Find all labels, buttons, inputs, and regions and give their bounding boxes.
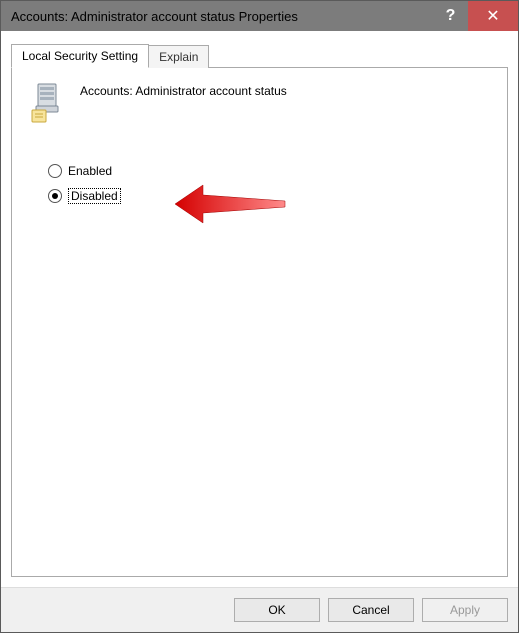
help-button[interactable]: ? — [433, 1, 468, 31]
policy-title: Accounts: Administrator account status — [80, 82, 287, 98]
apply-button[interactable]: Apply — [422, 598, 508, 622]
policy-icon — [28, 82, 68, 124]
properties-dialog: Accounts: Administrator account status P… — [0, 0, 519, 633]
annotation-arrow — [173, 179, 293, 232]
close-button[interactable]: ✕ — [468, 1, 518, 31]
radio-disabled-indicator — [48, 189, 62, 203]
button-bar: OK Cancel Apply — [1, 587, 518, 632]
tab-local-security-setting[interactable]: Local Security Setting — [11, 44, 149, 68]
window-controls: ? ✕ — [433, 1, 518, 31]
radio-enabled-label: Enabled — [68, 164, 112, 178]
tab-panel: Accounts: Administrator account status E… — [11, 67, 508, 577]
cancel-button[interactable]: Cancel — [328, 598, 414, 622]
client-area: Local Security Setting Explain — [1, 31, 518, 587]
ok-button[interactable]: OK — [234, 598, 320, 622]
radio-enabled[interactable]: Enabled — [48, 164, 491, 178]
radio-group: Enabled Disabled — [48, 164, 491, 204]
close-icon: ✕ — [486, 6, 499, 26]
radio-disabled-label: Disabled — [68, 188, 121, 204]
title-bar: Accounts: Administrator account status P… — [1, 1, 518, 31]
tab-explain[interactable]: Explain — [148, 45, 209, 68]
radio-enabled-indicator — [48, 164, 62, 178]
policy-header: Accounts: Administrator account status — [28, 82, 491, 124]
help-icon: ? — [446, 7, 456, 25]
tab-strip: Local Security Setting Explain — [11, 43, 508, 67]
window-title: Accounts: Administrator account status P… — [1, 9, 433, 24]
radio-disabled[interactable]: Disabled — [48, 188, 491, 204]
